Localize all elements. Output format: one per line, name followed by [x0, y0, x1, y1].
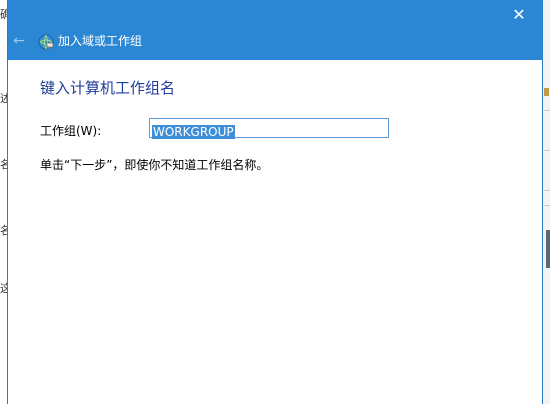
- background-icon: [544, 88, 549, 96]
- close-icon: ✕: [512, 4, 526, 24]
- background-divider: [544, 150, 550, 151]
- dialog-content: 键入计算机工作组名 工作组(W): WORKGROUP 单击“下一步”，即使你不…: [8, 60, 542, 404]
- background-text: 名: [0, 224, 8, 237]
- background-text: 述: [0, 92, 8, 105]
- background-text: 名: [0, 158, 8, 171]
- background-divider: [544, 110, 550, 111]
- hint-text: 单击“下一步”，即使你不知道工作组名称。: [40, 158, 269, 172]
- background-divider: [544, 205, 550, 206]
- background-scrollbar: [546, 230, 550, 268]
- close-button[interactable]: ✕: [496, 0, 542, 28]
- page-heading: 键入计算机工作组名: [40, 79, 176, 97]
- background-window-right: [542, 0, 550, 404]
- background-text: 确: [0, 8, 8, 21]
- workgroup-label: 工作组(W):: [40, 124, 102, 138]
- network-computer-icon: [38, 34, 54, 50]
- back-arrow-icon: ←: [13, 33, 25, 49]
- back-button[interactable]: ←: [8, 28, 30, 54]
- background-divider: [544, 190, 550, 191]
- screen: 确 述 名 名 这 ✕ ← 加入域或工作组 键入计算机工作组名 工作组(W): …: [0, 0, 550, 404]
- title-bar: ✕ ← 加入域或工作组: [8, 0, 542, 60]
- background-text: 这: [0, 282, 8, 295]
- workgroup-input[interactable]: WORKGROUP: [149, 118, 389, 139]
- join-domain-dialog: ✕ ← 加入域或工作组 键入计算机工作组名 工作组(W): WORKGROUP …: [8, 0, 542, 404]
- window-title: 加入域或工作组: [58, 34, 143, 48]
- workgroup-value: WORKGROUP: [152, 125, 235, 139]
